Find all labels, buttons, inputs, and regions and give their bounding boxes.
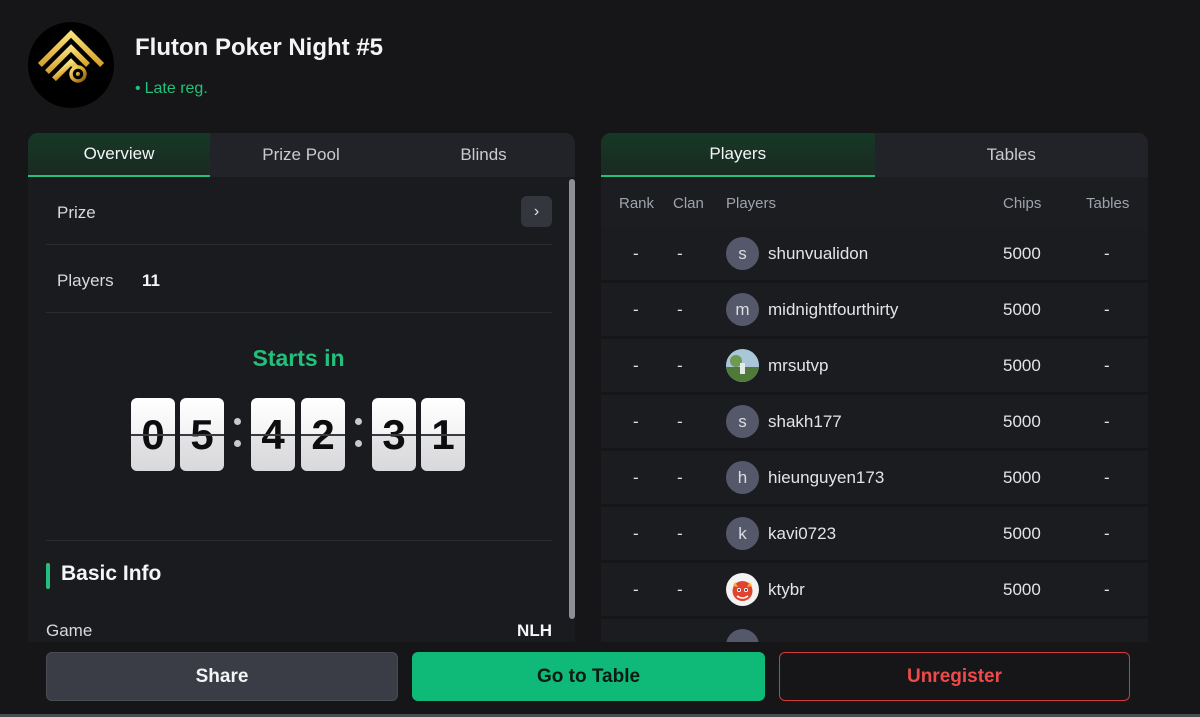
unregister-button[interactable]: Unregister xyxy=(779,652,1130,701)
late-reg-status: • Late reg. xyxy=(135,80,208,98)
cell-chips: 5000 xyxy=(1003,580,1041,599)
col-players: Players xyxy=(726,195,777,212)
tournament-title: Fluton Poker Night #5 xyxy=(135,34,384,61)
player-name: kavi0723 xyxy=(768,524,837,543)
chevron-right-icon[interactable]: › xyxy=(521,196,552,227)
avatar: h xyxy=(726,461,759,494)
col-chips: Chips xyxy=(1003,195,1042,212)
cell-clan: - xyxy=(677,300,683,319)
players-label: Players xyxy=(57,271,114,290)
scrollbar-thumb[interactable] xyxy=(569,179,575,619)
player-name: hieunguyen173 xyxy=(768,468,885,487)
cell-clan: - xyxy=(677,244,683,263)
countdown-timer: 0 5 4 2 3 1 xyxy=(131,398,471,474)
status-text: Late reg. xyxy=(144,80,208,97)
countdown-digit: 4 xyxy=(251,398,295,471)
players-panel: Players Tables Rank Clan Players Chips T… xyxy=(601,133,1148,653)
cell-clan: - xyxy=(677,580,683,599)
avatar-photo-icon xyxy=(726,349,759,382)
section-divider xyxy=(46,540,552,541)
avatar: k xyxy=(726,517,759,550)
colon-separator xyxy=(353,414,363,454)
player-name: midnightfourthirty xyxy=(768,300,899,319)
prize-row[interactable]: Prize › xyxy=(46,177,552,245)
tab-blinds[interactable]: Blinds xyxy=(392,133,575,177)
player-name: mrsutvp xyxy=(768,356,829,375)
player-name: shunvualidon xyxy=(768,244,869,263)
overview-panel: Overview Prize Pool Blinds Prize › Playe… xyxy=(28,133,575,653)
table-row[interactable]: - - s shunvualidon 5000 - xyxy=(601,227,1148,280)
avatar: s xyxy=(726,405,759,438)
left-tab-bar: Overview Prize Pool Blinds xyxy=(28,133,575,177)
basic-info-title: Basic Info xyxy=(46,562,161,589)
tab-prize-pool[interactable]: Prize Pool xyxy=(210,133,392,177)
countdown-digit: 2 xyxy=(301,398,345,471)
cell-rank: - xyxy=(633,244,639,263)
cell-chips: 5000 xyxy=(1003,300,1041,319)
table-row[interactable]: - - ktybr 5000 - xyxy=(601,563,1148,616)
table-row[interactable]: - - h hieunguyen173 5000 - xyxy=(601,451,1148,504)
col-tables: Tables xyxy=(1086,195,1130,212)
scrollbar[interactable] xyxy=(569,177,575,653)
cell-tables: - xyxy=(1104,412,1110,431)
table-header: Rank Clan Players Chips Tables xyxy=(601,177,1148,227)
tab-tables[interactable]: Tables xyxy=(875,133,1149,177)
share-button[interactable]: Share xyxy=(46,652,398,701)
cell-chips: 5000 xyxy=(1003,468,1041,487)
status-dot-icon: • xyxy=(135,80,141,97)
info-key: Game xyxy=(46,621,93,640)
cell-chips: 5000 xyxy=(1003,244,1041,263)
cell-chips: 5000 xyxy=(1003,524,1041,543)
cell-clan: - xyxy=(677,524,683,543)
player-name: shakh177 xyxy=(768,412,842,431)
cell-tables: - xyxy=(1104,524,1110,543)
countdown-digit: 5 xyxy=(180,398,224,471)
table-row[interactable]: - - mrsutvp 5000 - xyxy=(601,339,1148,392)
cell-tables: - xyxy=(1104,300,1110,319)
cell-tables: - xyxy=(1104,244,1110,263)
tournament-header: Fluton Poker Night #5 • Late reg. xyxy=(28,22,628,108)
starts-in-label: Starts in xyxy=(252,345,345,371)
cell-rank: - xyxy=(633,300,639,319)
action-bar: Share Go to Table Unregister xyxy=(0,642,1200,717)
players-count-row: Players 11 xyxy=(46,245,552,313)
prize-label: Prize xyxy=(57,203,96,222)
col-clan: Clan xyxy=(673,195,704,212)
table-row[interactable]: - - k kavi0723 5000 - xyxy=(601,507,1148,560)
countdown-digit: 3 xyxy=(372,398,416,471)
cell-rank: - xyxy=(633,524,639,543)
cell-chips: 5000 xyxy=(1003,412,1041,431)
cell-clan: - xyxy=(677,356,683,375)
players-count: 11 xyxy=(142,271,160,290)
tab-overview[interactable]: Overview xyxy=(28,133,210,177)
table-row[interactable]: - - s shakh177 5000 - xyxy=(601,395,1148,448)
cell-rank: - xyxy=(633,356,639,375)
cell-clan: - xyxy=(677,468,683,487)
countdown-digit: 1 xyxy=(421,398,465,471)
countdown-digit: 0 xyxy=(131,398,175,471)
cell-tables: - xyxy=(1104,468,1110,487)
colon-separator xyxy=(232,414,242,454)
avatar: s xyxy=(726,237,759,270)
right-tab-bar: Players Tables xyxy=(601,133,1148,177)
player-name: ktybr xyxy=(768,580,805,599)
cell-rank: - xyxy=(633,468,639,487)
fluton-logo xyxy=(28,22,114,108)
cell-rank: - xyxy=(633,412,639,431)
avatar-dragon-icon xyxy=(726,573,759,606)
cell-clan: - xyxy=(677,412,683,431)
cell-tables: - xyxy=(1104,356,1110,375)
overview-content[interactable]: Prize › Players 11 Starts in 0 5 4 2 3 1… xyxy=(28,177,569,653)
players-table-body[interactable]: - - s shunvualidon 5000 - - - m midnightfourthirt… xyxy=(601,227,1148,653)
go-to-table-button[interactable]: Go to Table xyxy=(412,652,765,701)
table-row[interactable]: - - m midnightfourthirty 5000 - xyxy=(601,283,1148,336)
avatar: m xyxy=(726,293,759,326)
info-value: NLH xyxy=(517,621,552,640)
cell-chips: 5000 xyxy=(1003,356,1041,375)
tab-players[interactable]: Players xyxy=(601,133,875,177)
cell-rank: - xyxy=(633,580,639,599)
cell-tables: - xyxy=(1104,580,1110,599)
col-rank: Rank xyxy=(619,195,655,212)
